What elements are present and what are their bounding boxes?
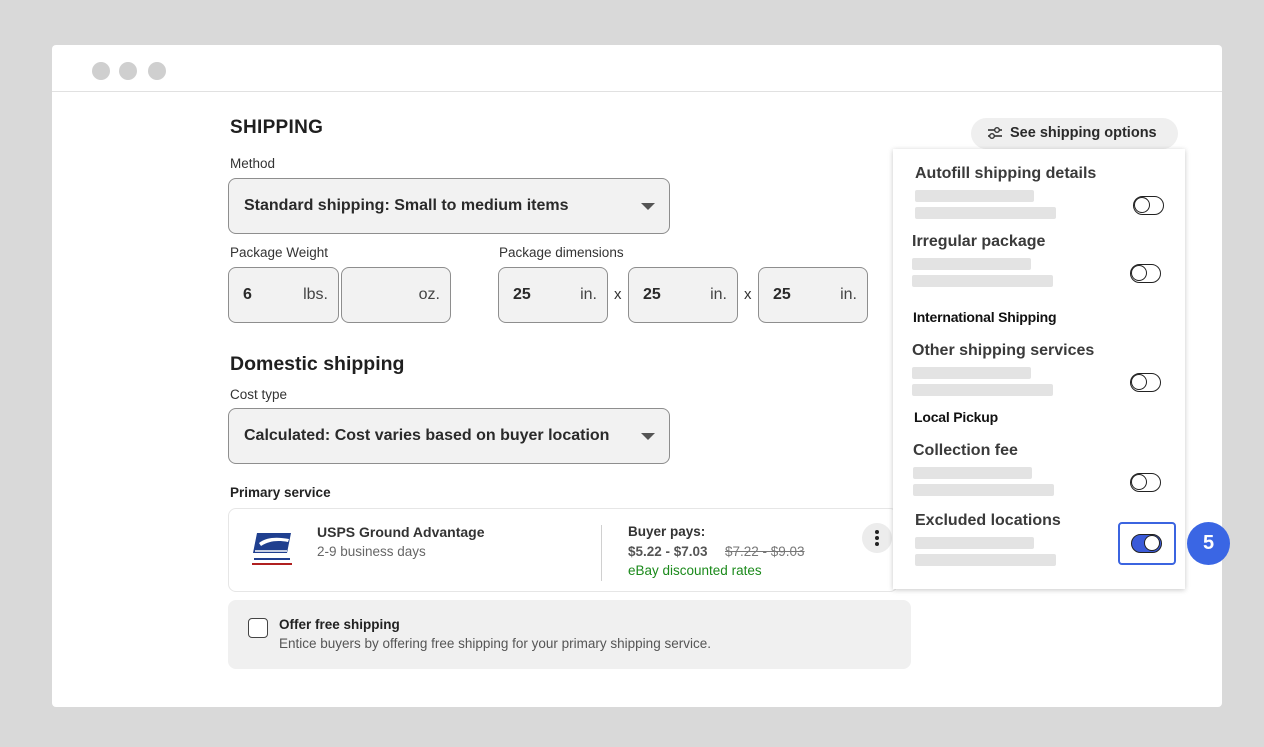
window-titlebar <box>52 45 1222 92</box>
service-name: USPS Ground Advantage <box>317 524 485 540</box>
browser-window: SHIPPING Method Standard shipping: Small… <box>52 45 1230 707</box>
placeholder-line <box>913 484 1054 496</box>
placeholder-line <box>915 190 1034 202</box>
other-services-toggle[interactable] <box>1130 373 1161 392</box>
free-shipping-option: Offer free shipping Entice buyers by off… <box>228 600 911 669</box>
dimension-height-value: 25 <box>773 286 791 303</box>
chevron-down-icon <box>641 433 655 440</box>
dimension-unit: in. <box>580 286 597 303</box>
dimension-separator: x <box>614 286 622 303</box>
see-shipping-options-button[interactable]: See shipping options <box>971 118 1178 149</box>
weight-oz-unit: oz. <box>418 286 440 303</box>
discount-note: eBay discounted rates <box>628 563 762 578</box>
option-title-collection-fee: Collection fee <box>913 442 1018 459</box>
method-select-value: Standard shipping: Small to medium items <box>244 197 569 214</box>
buyer-pays-price: $5.22 - $7.03 <box>628 544 708 559</box>
dimension-height-field[interactable]: 25 in. <box>758 267 868 323</box>
dimension-unit: in. <box>710 286 727 303</box>
free-shipping-checkbox[interactable] <box>248 618 268 638</box>
toggle-knob <box>1131 474 1147 490</box>
step-number-badge: 5 <box>1187 522 1230 565</box>
toggle-knob <box>1131 374 1147 390</box>
shipping-heading: SHIPPING <box>230 117 324 138</box>
primary-service-label: Primary service <box>230 485 331 500</box>
section-international: International Shipping <box>913 309 1057 325</box>
sliders-icon <box>988 127 1002 139</box>
window-control-dot[interactable] <box>92 62 110 80</box>
package-dimensions-label: Package dimensions <box>499 245 624 260</box>
window-control-dot[interactable] <box>119 62 137 80</box>
weight-lbs-value: 6 <box>243 286 252 303</box>
primary-service-card[interactable]: USPS Ground Advantage 2-9 business days … <box>228 508 898 592</box>
option-title-autofill: Autofill shipping details <box>915 165 1097 182</box>
see-shipping-options-label: See shipping options <box>1010 125 1157 141</box>
free-shipping-description: Entice buyers by offering free shipping … <box>279 636 711 651</box>
weight-lbs-field[interactable]: 6 lbs. <box>228 267 339 323</box>
excluded-locations-highlight <box>1118 522 1176 565</box>
usps-logo-icon <box>252 533 292 565</box>
autofill-toggle[interactable] <box>1133 196 1164 215</box>
domestic-shipping-heading: Domestic shipping <box>230 353 405 375</box>
buyer-pays-label: Buyer pays: <box>628 524 706 539</box>
free-shipping-title: Offer free shipping <box>279 617 400 632</box>
service-delivery-days: 2-9 business days <box>317 544 426 559</box>
placeholder-line <box>912 367 1031 379</box>
irregular-package-toggle[interactable] <box>1130 264 1161 283</box>
option-title-other-services: Other shipping services <box>912 342 1095 359</box>
weight-lbs-unit: lbs. <box>303 286 328 303</box>
window-control-dot[interactable] <box>148 62 166 80</box>
toggle-knob <box>1144 535 1160 551</box>
more-options-icon[interactable] <box>862 523 892 553</box>
dimension-width-value: 25 <box>643 286 661 303</box>
chevron-down-icon <box>641 203 655 210</box>
option-title-irregular: Irregular package <box>912 233 1046 250</box>
toggle-knob <box>1131 265 1147 281</box>
weight-oz-field[interactable]: oz. <box>341 267 451 323</box>
placeholder-line <box>915 537 1034 549</box>
cost-type-select[interactable]: Calculated: Cost varies based on buyer l… <box>228 408 670 464</box>
package-weight-label: Package Weight <box>230 245 329 260</box>
cost-type-select-value: Calculated: Cost varies based on buyer l… <box>244 427 610 444</box>
placeholder-line <box>912 384 1053 396</box>
placeholder-line <box>912 258 1031 270</box>
cost-type-label: Cost type <box>230 387 288 402</box>
excluded-locations-toggle[interactable] <box>1131 534 1162 553</box>
dimension-width-field[interactable]: 25 in. <box>628 267 738 323</box>
buyer-pays-old-price: $7.22 - $9.03 <box>725 544 805 559</box>
dimension-unit: in. <box>840 286 857 303</box>
method-label: Method <box>230 156 276 171</box>
option-title-excluded-locations: Excluded locations <box>915 512 1061 529</box>
dimension-separator: x <box>744 286 752 303</box>
section-local-pickup: Local Pickup <box>914 409 998 425</box>
toggle-knob <box>1134 197 1150 213</box>
dimension-length-value: 25 <box>513 286 531 303</box>
placeholder-line <box>915 554 1056 566</box>
service-divider <box>601 525 602 581</box>
placeholder-line <box>912 275 1053 287</box>
collection-fee-toggle[interactable] <box>1130 473 1161 492</box>
method-select[interactable]: Standard shipping: Small to medium items <box>228 178 670 234</box>
placeholder-line <box>913 467 1032 479</box>
dimension-length-field[interactable]: 25 in. <box>498 267 608 323</box>
placeholder-line <box>915 207 1056 219</box>
